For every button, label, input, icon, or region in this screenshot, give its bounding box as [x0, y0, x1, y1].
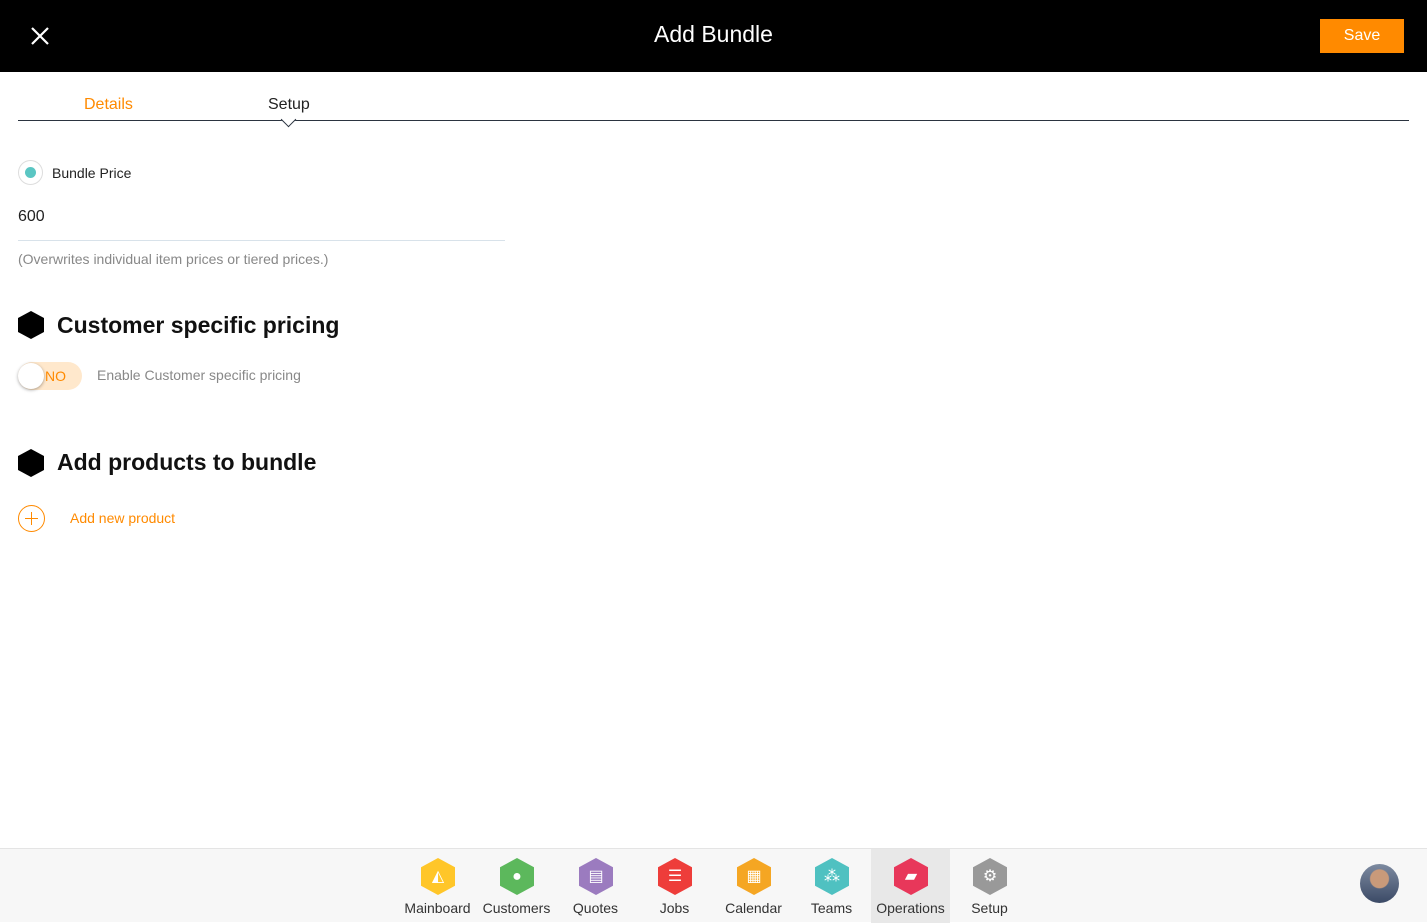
customer-pricing-toggle[interactable]: NO [18, 362, 82, 390]
toggle-state: NO [45, 368, 66, 384]
price-hint: (Overwrites individual item prices or ti… [18, 251, 329, 267]
calendar-icon: ▦ [737, 858, 771, 895]
customer-pricing-heading: Customer specific pricing [57, 312, 340, 338]
nav-teams[interactable]: ⁂ Teams [792, 849, 871, 923]
nav-quotes[interactable]: ▤ Quotes [556, 849, 635, 923]
user-avatar[interactable] [1360, 864, 1399, 903]
toggle-knob [18, 363, 44, 389]
active-tab-indicator [280, 111, 297, 128]
customer-pricing-toggle-label: Enable Customer specific pricing [97, 367, 301, 383]
hexagon-icon [18, 311, 44, 339]
hexagon-icon [18, 449, 44, 477]
list-icon: ☰ [658, 858, 692, 895]
nav-mainboard[interactable]: ◭ Mainboard [398, 849, 477, 923]
add-products-heading: Add products to bundle [57, 449, 317, 475]
bundle-price-radio[interactable] [18, 160, 43, 185]
save-button[interactable]: Save [1320, 19, 1404, 53]
nav-label: Setup [971, 900, 1008, 916]
add-circle-icon[interactable] [18, 505, 45, 532]
page-title: Add Bundle [654, 21, 773, 47]
bundle-price-input[interactable]: 600 [18, 208, 505, 241]
tab-details[interactable]: Details [84, 96, 133, 114]
briefcase-icon: ▰ [894, 858, 928, 895]
nav-customers[interactable]: ● Customers [477, 849, 556, 923]
person-icon: ● [500, 858, 534, 895]
teams-icon: ⁂ [815, 858, 849, 895]
nav-setup[interactable]: ⚙ Setup [950, 849, 1029, 923]
bottom-nav: ◭ Mainboard ● Customers ▤ Quotes ☰ Jobs ▦ Cal… [0, 848, 1427, 923]
gear-icon: ⚙ [973, 858, 1007, 895]
add-new-product-link[interactable]: Add new product [70, 510, 175, 526]
top-bar: Add Bundle Save [0, 0, 1427, 72]
nav-jobs[interactable]: ☰ Jobs [635, 849, 714, 923]
tab-bar: Details Setup [18, 94, 1409, 128]
quotes-icon: ▤ [579, 858, 613, 895]
mainboard-icon: ◭ [421, 858, 455, 895]
bundle-price-label: Bundle Price [52, 165, 132, 181]
nav-operations[interactable]: ▰ Operations [871, 849, 950, 923]
